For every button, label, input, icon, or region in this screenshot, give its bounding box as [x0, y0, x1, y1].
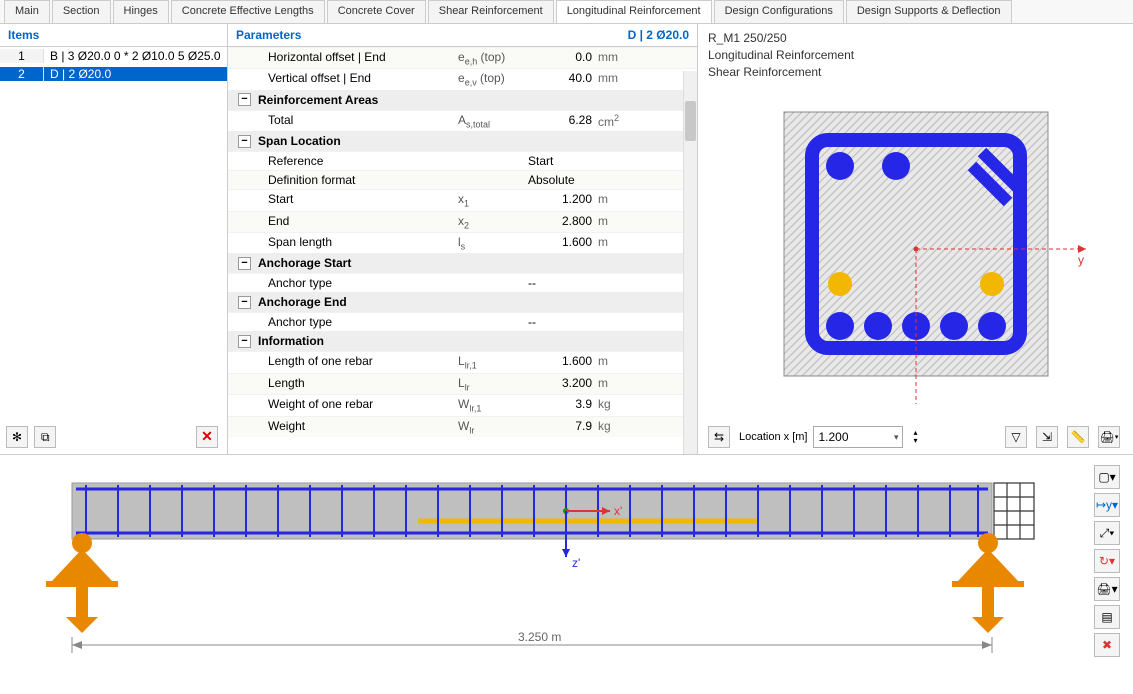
- tab-shear-reinforcement[interactable]: Shear Reinforcement: [428, 0, 554, 23]
- view-y-button[interactable]: ↦y▾: [1094, 493, 1120, 517]
- layers-button[interactable]: ▤: [1094, 605, 1120, 629]
- delete-item-button[interactable]: ✕: [196, 426, 218, 448]
- print-view-button[interactable]: 🖨▾: [1094, 577, 1120, 601]
- collapse-icon[interactable]: −: [238, 296, 251, 309]
- tab-design-configurations[interactable]: Design Configurations: [714, 0, 844, 23]
- param-group[interactable]: −Span Location: [228, 131, 697, 151]
- section-preview-panel: R_M1 250/250 Longitudinal Reinforcement …: [698, 24, 1133, 454]
- tabs-bar: MainSectionHingesConcrete Effective Leng…: [0, 0, 1133, 24]
- param-row[interactable]: Span lengthls1.600m: [228, 232, 697, 253]
- new-item-button[interactable]: ✻: [6, 426, 28, 448]
- location-label: Location x [m]: [739, 431, 807, 443]
- view-toolbar: ▢▾ ↦y▾ ⤢▾ ↻▾ 🖨▾ ▤ ✖: [1094, 465, 1123, 657]
- export-button[interactable]: ⇲: [1036, 426, 1058, 448]
- zoom-fit-button[interactable]: ⤢▾: [1094, 521, 1120, 545]
- svg-text:y: y: [1078, 253, 1084, 267]
- clear-button[interactable]: ✖: [1094, 633, 1120, 657]
- collapse-icon[interactable]: −: [238, 135, 251, 148]
- copy-item-button[interactable]: ⧉: [34, 426, 56, 448]
- parameters-panel: Parameters D | 2 Ø20.0 Horizontal offset…: [228, 24, 698, 454]
- svg-text:x': x': [614, 504, 622, 518]
- beam-elevation-panel: x' z' 3.250 m ▢▾ ↦y▾ ⤢▾ ↻▾ 🖨▾ ▤ ✖: [0, 454, 1133, 674]
- param-row[interactable]: WeightWlr7.9kg: [228, 416, 697, 437]
- param-row[interactable]: ReferenceStart: [228, 151, 697, 170]
- param-row[interactable]: Length of one rebarLlr,11.600m: [228, 351, 697, 372]
- param-group[interactable]: −Information: [228, 331, 697, 351]
- items-row[interactable]: 2D | 2 Ø20.0: [0, 65, 227, 83]
- param-row[interactable]: Horizontal offset | Endee,h (top)0.0mm: [228, 47, 697, 68]
- location-input[interactable]: 1.200▾: [813, 426, 903, 448]
- measure-button[interactable]: 📏: [1067, 426, 1089, 448]
- collapse-icon[interactable]: −: [238, 93, 251, 106]
- rotate-button[interactable]: ↻▾: [1094, 549, 1120, 573]
- section-info-text: R_M1 250/250 Longitudinal Reinforcement …: [708, 30, 1123, 80]
- tab-longitudinal-reinforcement[interactable]: Longitudinal Reinforcement: [556, 0, 712, 23]
- param-row[interactable]: Anchor type--: [228, 273, 697, 292]
- param-group[interactable]: −Reinforcement Areas: [228, 90, 697, 110]
- spin-down[interactable]: ▾: [913, 437, 917, 445]
- param-row[interactable]: TotalAs,total6.28cm2: [228, 110, 697, 131]
- tab-section[interactable]: Section: [52, 0, 111, 23]
- param-row[interactable]: Definition formatAbsolute: [228, 170, 697, 189]
- view-3d-button[interactable]: ▢▾: [1094, 465, 1120, 489]
- param-group[interactable]: −Anchorage End: [228, 292, 697, 312]
- svg-text:z': z': [572, 556, 580, 570]
- tab-hinges[interactable]: Hinges: [113, 0, 169, 23]
- param-row[interactable]: Endx22.800m: [228, 211, 697, 232]
- collapse-icon[interactable]: −: [238, 257, 251, 270]
- param-row[interactable]: Weight of one rebarWlr,13.9kg: [228, 394, 697, 415]
- tab-design-supports-deflection[interactable]: Design Supports & Deflection: [846, 0, 1012, 23]
- filter-button[interactable]: ▽: [1005, 426, 1027, 448]
- cross-section-view: y: [746, 104, 1086, 404]
- params-scrollbar[interactable]: [683, 71, 697, 454]
- items-row[interactable]: 1B | 3 Ø20.0 0 * 2 Ø10.0 5 Ø25.0: [0, 47, 227, 65]
- param-row[interactable]: LengthLlr3.200m: [228, 373, 697, 394]
- tab-main[interactable]: Main: [4, 0, 50, 23]
- print-button[interactable]: 🖨▾: [1098, 426, 1120, 448]
- collapse-icon[interactable]: −: [238, 335, 251, 348]
- param-row[interactable]: Vertical offset | Endee,v (top)40.0mm: [228, 68, 697, 89]
- param-group[interactable]: −Anchorage Start: [228, 253, 697, 273]
- param-row[interactable]: Anchor type--: [228, 312, 697, 331]
- param-row[interactable]: Startx11.200m: [228, 189, 697, 210]
- beam-length-label: 3.250 m: [518, 630, 561, 644]
- parameters-context: D | 2 Ø20.0: [628, 28, 689, 42]
- items-panel: Items 1B | 3 Ø20.0 0 * 2 Ø10.0 5 Ø25.02D…: [0, 24, 228, 454]
- items-header: Items: [0, 24, 227, 47]
- tab-concrete-effective-lengths[interactable]: Concrete Effective Lengths: [171, 0, 325, 23]
- beam-elevation-view: x' z' 3.250 m: [18, 465, 1038, 675]
- tab-concrete-cover[interactable]: Concrete Cover: [327, 0, 426, 23]
- parameters-title: Parameters: [236, 28, 301, 42]
- swap-view-button[interactable]: ⇆: [708, 426, 730, 448]
- dropdown-icon: ▾: [894, 432, 899, 443]
